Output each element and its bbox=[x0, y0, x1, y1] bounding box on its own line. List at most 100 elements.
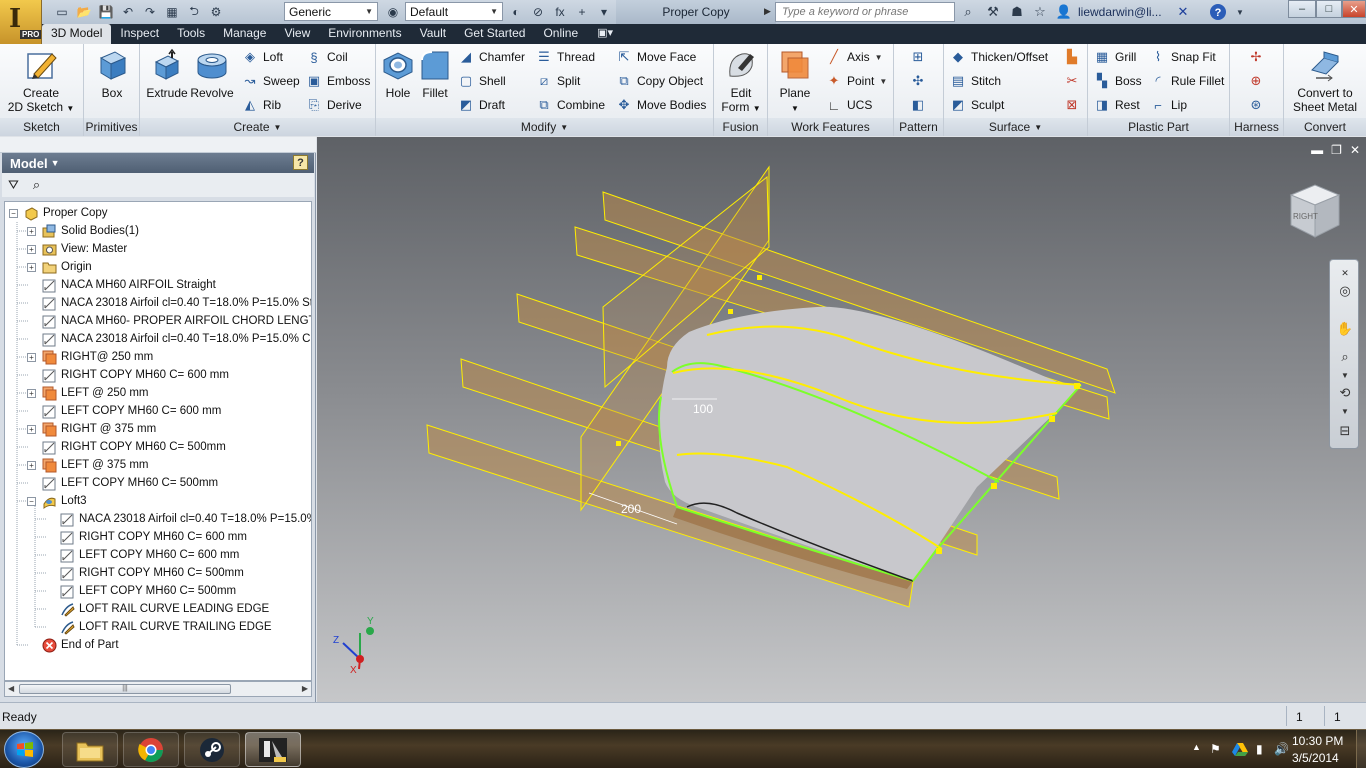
pan-hand-icon[interactable]: ✋ bbox=[1336, 320, 1354, 338]
close-window-button[interactable]: ✕ bbox=[1342, 0, 1366, 18]
revolve-button[interactable]: Revolve bbox=[190, 48, 234, 100]
split-button[interactable]: ⧄ Split bbox=[536, 72, 580, 90]
minimize-button[interactable]: – bbox=[1288, 0, 1316, 18]
chevron-down-icon[interactable]: ▼ bbox=[1336, 366, 1354, 384]
tree-node[interactable]: + RIGHT @ 375 mm bbox=[27, 420, 156, 438]
browser-help-button[interactable]: ? bbox=[293, 155, 308, 170]
browser-horizontal-scrollbar[interactable]: ◀ ||| ▶ bbox=[4, 681, 312, 697]
collapse-minus-icon[interactable]: − bbox=[27, 496, 36, 506]
rib-button[interactable]: ◭ Rib bbox=[242, 96, 281, 114]
exchange-icon[interactable]: ✕ bbox=[1173, 3, 1193, 21]
favorite-star-icon[interactable]: ☆ bbox=[1030, 3, 1050, 21]
taskbar-chrome[interactable] bbox=[123, 732, 179, 767]
stitch-button[interactable]: ▤ Stitch bbox=[950, 72, 1001, 90]
tree-node[interactable]: NACA MH60 AIRFOIL Straight bbox=[27, 276, 216, 294]
tree-node[interactable]: NACA 23018 Airfoil cl=0.40 T=18.0% P=15.… bbox=[27, 330, 311, 348]
axis-button[interactable]: ╱ Axis ▼ bbox=[826, 48, 883, 66]
scroll-right-icon[interactable]: ▶ bbox=[302, 684, 308, 693]
tree-node[interactable]: − Proper Copy bbox=[9, 204, 108, 222]
tree-node[interactable]: + Origin bbox=[27, 258, 92, 276]
viewport-restore-icon[interactable]: ❐ bbox=[1331, 143, 1342, 157]
tree-node[interactable]: LEFT COPY MH60 C= 500mm bbox=[45, 582, 236, 600]
panel-label-create[interactable]: Create ▼ bbox=[140, 118, 375, 136]
create-2d-sketch-button[interactable]: Create 2D Sketch ▼ bbox=[8, 48, 74, 116]
viewcube[interactable]: RIGHT bbox=[1285, 179, 1345, 252]
combine-button[interactable]: ⧉ Combine bbox=[536, 96, 605, 114]
harness-properties-button[interactable]: ✢ bbox=[1248, 48, 1264, 66]
tree-node[interactable]: + View: Master bbox=[27, 240, 127, 258]
move-bodies-button[interactable]: ✥ Move Bodies bbox=[616, 96, 707, 114]
harness-place-button[interactable]: ⊕ bbox=[1248, 72, 1264, 90]
box-button[interactable]: Box bbox=[94, 48, 130, 100]
collapse-minus-icon[interactable]: − bbox=[9, 208, 18, 218]
tree-node[interactable]: + Solid Bodies(1) bbox=[27, 222, 139, 240]
derive-button[interactable]: ⎘ Derive bbox=[306, 96, 362, 114]
grill-button[interactable]: ▦ Grill bbox=[1094, 48, 1136, 66]
search-input[interactable]: Type a keyword or phrase bbox=[775, 2, 955, 22]
tab-3d-model[interactable]: 3D Model bbox=[42, 24, 112, 44]
zoom-icon[interactable]: ⌕ bbox=[1336, 348, 1354, 366]
sweep-button[interactable]: ↝ Sweep bbox=[242, 72, 300, 90]
scroll-left-icon[interactable]: ◀ bbox=[8, 684, 14, 693]
taskbar-steam[interactable] bbox=[184, 732, 240, 767]
steering-wheel-icon[interactable]: ◎ bbox=[1336, 282, 1354, 300]
point-button[interactable]: ✦ Point ▼ bbox=[826, 72, 888, 90]
volume-icon[interactable]: 🔊 bbox=[1274, 742, 1289, 756]
tree-node[interactable]: LOFT RAIL CURVE LEADING EDGE bbox=[45, 600, 269, 618]
clear-icon[interactable]: ⊘ bbox=[528, 2, 548, 22]
tree-node[interactable]: + LEFT @ 375 mm bbox=[27, 456, 149, 474]
extrude-button[interactable]: Extrude bbox=[146, 48, 188, 100]
chevron-down-icon[interactable]: ▾ bbox=[594, 2, 614, 22]
copy-object-button[interactable]: ⧉ Copy Object bbox=[616, 72, 703, 90]
tab-manage[interactable]: Manage bbox=[214, 24, 275, 44]
show-desktop-button[interactable] bbox=[1356, 730, 1366, 768]
show-hidden-icons-icon[interactable]: ▲ bbox=[1192, 742, 1201, 752]
tree-node[interactable]: RIGHT COPY MH60 C= 600 mm bbox=[45, 528, 247, 546]
expand-plus-icon[interactable]: + bbox=[27, 424, 36, 434]
ucs-button[interactable]: ∟ UCS bbox=[826, 96, 873, 114]
expand-plus-icon[interactable]: + bbox=[27, 388, 36, 398]
expand-plus-icon[interactable]: + bbox=[27, 460, 36, 470]
taskbar-explorer[interactable] bbox=[62, 732, 118, 767]
snap-fit-button[interactable]: ⌇ Snap Fit bbox=[1150, 48, 1216, 66]
graphics-viewport[interactable]: 100 200 Y Z X ▬ ❐ ✕ RIGHT ✕ ◎ ✋ ⌕ ▼ ⟲ ▼ … bbox=[317, 137, 1366, 702]
expand-plus-icon[interactable]: + bbox=[27, 226, 36, 236]
taskbar-inventor[interactable] bbox=[245, 732, 301, 767]
hole-button[interactable]: Hole bbox=[380, 48, 416, 100]
tab-inspect[interactable]: Inspect bbox=[111, 24, 168, 44]
tree-node[interactable]: RIGHT COPY MH60 C= 500mm bbox=[27, 438, 226, 456]
application-menu-button[interactable]: I PRO bbox=[0, 0, 42, 44]
chevron-down-icon[interactable]: ▼ bbox=[1230, 3, 1250, 21]
filter-icon[interactable]: ⛛ bbox=[8, 177, 19, 193]
panel-label-modify[interactable]: Modify ▼ bbox=[376, 118, 713, 136]
boss-button[interactable]: ▚ Boss bbox=[1094, 72, 1142, 90]
function-icon[interactable]: fx bbox=[550, 2, 570, 22]
chevron-down-icon[interactable]: ▼ bbox=[1336, 402, 1354, 420]
thread-button[interactable]: ☰ Thread bbox=[536, 48, 595, 66]
viewport-minimize-icon[interactable]: ▬ bbox=[1311, 143, 1323, 157]
chamfer-button[interactable]: ◢ Chamfer bbox=[458, 48, 525, 66]
user-icon[interactable]: 👤 bbox=[1054, 3, 1074, 21]
tree-node[interactable]: NACA 23018 Airfoil cl=0.40 T=18.0% P=15.… bbox=[27, 294, 311, 312]
tab-online[interactable]: Online bbox=[534, 24, 587, 44]
tab-tools[interactable]: Tools bbox=[168, 24, 214, 44]
tree-node[interactable]: RIGHT COPY MH60 C= 500mm bbox=[45, 564, 244, 582]
user-sign-in[interactable]: liewdarwin@li... bbox=[1078, 5, 1162, 19]
harness-define-button[interactable]: ⊛ bbox=[1248, 96, 1264, 114]
expand-plus-icon[interactable]: + bbox=[27, 244, 36, 254]
trim-button[interactable]: ✂ bbox=[1064, 72, 1080, 90]
draft-button[interactable]: ◩ Draft bbox=[458, 96, 505, 114]
orbit-icon[interactable]: ⟲ bbox=[1336, 384, 1354, 402]
plus-icon[interactable]: + bbox=[572, 2, 592, 22]
google-drive-icon[interactable] bbox=[1232, 742, 1248, 759]
clock-date[interactable]: 3/5/2014 bbox=[1292, 751, 1339, 765]
material-combo[interactable]: Generic ▼ bbox=[284, 2, 378, 21]
rectangular-pattern-button[interactable]: ⊞ bbox=[910, 48, 926, 66]
shell-button[interactable]: ▢ Shell bbox=[458, 72, 506, 90]
tab-view[interactable]: View bbox=[275, 24, 319, 44]
appearance-combo[interactable]: Default ▼ bbox=[405, 2, 503, 21]
network-signal-icon[interactable]: ▮ bbox=[1256, 742, 1263, 756]
binoculars-icon[interactable]: ⌕ bbox=[958, 3, 978, 21]
tree-node[interactable]: + LEFT @ 250 mm bbox=[27, 384, 149, 402]
circular-pattern-button[interactable]: ✣ bbox=[910, 72, 926, 90]
